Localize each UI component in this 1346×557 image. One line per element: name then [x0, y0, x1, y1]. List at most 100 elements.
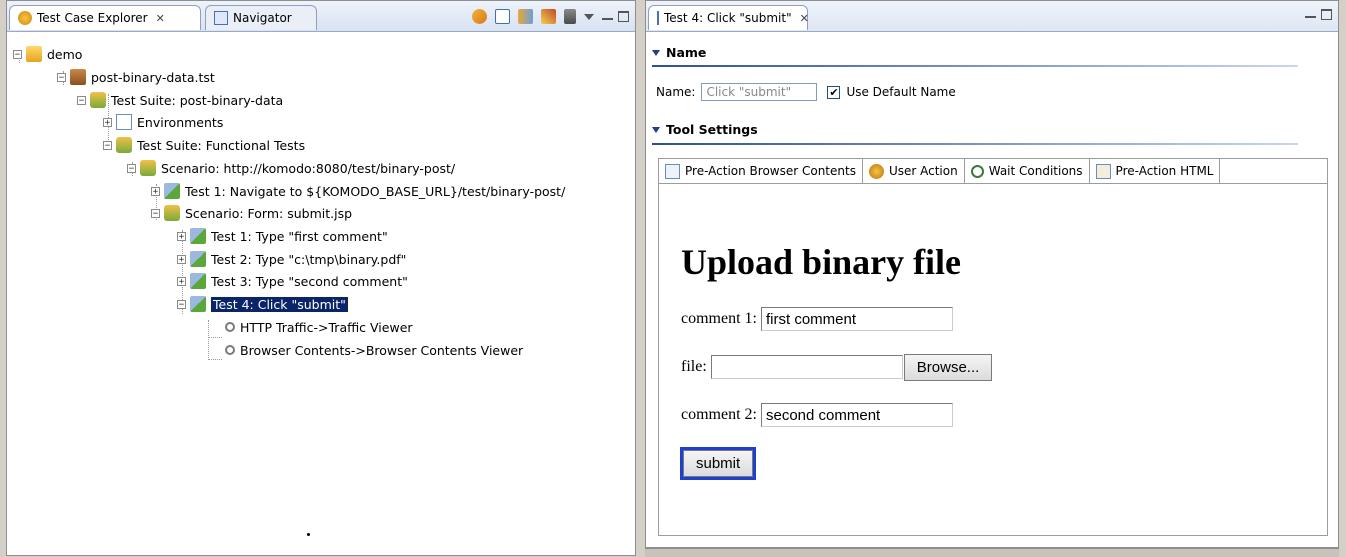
tab-test-case-explorer[interactable]: Test Case Explorer ✕	[9, 5, 201, 30]
test-case-explorer-view: Test Case Explorer ✕ Navigator − demo − …	[6, 0, 636, 556]
editor-icon	[657, 11, 659, 25]
tree-node[interactable]: Browser Contents->Browser Contents Viewe…	[223, 341, 523, 359]
comment1-label: comment 1:	[681, 310, 757, 327]
editor-tab-bar: Test 4: Click "submit" ✕	[646, 1, 1338, 32]
tab-label: Test Case Explorer	[37, 11, 148, 25]
user-action-icon	[868, 163, 884, 179]
scenario-icon	[164, 205, 180, 221]
expand-toggle[interactable]: +	[177, 254, 186, 264]
submit-button[interactable]: submit	[679, 446, 757, 480]
test-step-icon	[190, 296, 206, 312]
comment2-row: comment 2: second comment	[681, 401, 992, 429]
tree-node[interactable]: − Scenario: http://komodo:8080/test/bina…	[127, 159, 455, 177]
tree-node[interactable]: − Test Suite: Functional Tests	[103, 136, 305, 154]
folder-icon	[26, 46, 42, 62]
tree-node[interactable]: + Test 1: Type "first comment"	[177, 227, 388, 245]
browser-contents-preview: Upload binary file comment 1: first comm…	[679, 209, 993, 497]
tree-node[interactable]: + Test 2: Type "c:\tmp\binary.pdf"	[177, 250, 406, 268]
expand-toggle[interactable]: +	[151, 186, 160, 196]
section-title: Tool Settings	[666, 122, 758, 137]
close-icon[interactable]: ✕	[156, 12, 165, 25]
stray-dot	[307, 533, 310, 536]
browser-contents-icon	[665, 163, 680, 179]
filter-icon[interactable]	[564, 9, 576, 24]
tree-node[interactable]: + Environments	[103, 113, 223, 131]
page-heading: Upload binary file	[681, 242, 962, 282]
tree-node-label: Test 1: Type "first comment"	[211, 228, 388, 244]
tree-node-label: demo	[47, 46, 83, 62]
browser-viewer-icon	[225, 345, 235, 355]
tree-node[interactable]: − demo	[13, 45, 82, 63]
collapse-toggle[interactable]: −	[151, 208, 160, 218]
tree-node-selected[interactable]: − Test 4: Click "submit"	[177, 295, 349, 313]
tree-node-label: Scenario: Form: submit.jsp	[185, 205, 353, 221]
tab-pre-action-browser-contents[interactable]: Pre-Action Browser Contents	[659, 159, 863, 183]
section-divider	[652, 143, 1298, 145]
tree-node[interactable]: − Scenario: Form: submit.jsp	[151, 204, 352, 222]
maximize-icon[interactable]	[618, 11, 629, 22]
collapse-caret-icon[interactable]	[652, 126, 660, 133]
file-input[interactable]	[710, 355, 903, 379]
pin-icon[interactable]	[541, 9, 556, 24]
tree-node[interactable]: + Test 3: Type "second comment"	[177, 272, 408, 290]
section-title: Name	[666, 45, 707, 60]
name-input[interactable]	[701, 83, 818, 101]
expand-toggle[interactable]: +	[103, 117, 112, 127]
tab-label: Wait Conditions	[988, 164, 1083, 178]
scenario-icon	[140, 160, 156, 176]
tree-node[interactable]: HTTP Traffic->Traffic Viewer	[223, 318, 413, 336]
collapse-caret-icon[interactable]	[652, 49, 660, 56]
explorer-icon	[18, 11, 32, 25]
maximize-icon[interactable]	[1321, 9, 1332, 20]
navigator-icon	[214, 11, 228, 25]
tool-settings-tabs: Pre-Action Browser Contents User Action …	[658, 158, 1328, 536]
collapse-all-icon[interactable]	[495, 9, 510, 24]
tree-node-label: Browser Contents->Browser Contents Viewe…	[240, 342, 524, 358]
tree-node-label: Environments	[137, 114, 224, 130]
tree-node-label: HTTP Traffic->Traffic Viewer	[240, 319, 413, 335]
tab-test-4[interactable]: Test 4: Click "submit" ✕	[648, 5, 809, 30]
link-with-editor-icon[interactable]	[518, 9, 533, 24]
left-tab-bar: Test Case Explorer ✕ Navigator	[7, 1, 635, 32]
window-controls	[602, 11, 629, 22]
test-step-icon	[190, 251, 206, 267]
collapse-toggle[interactable]: −	[127, 163, 136, 173]
expand-toggle[interactable]: +	[177, 231, 186, 241]
comment2-input[interactable]: second comment	[760, 403, 953, 427]
use-default-name-checkbox[interactable]: ✔	[827, 85, 841, 99]
test-step-icon	[190, 228, 206, 244]
tree-node-label: Test 4: Click "submit"	[210, 295, 349, 313]
collapse-toggle[interactable]: −	[77, 95, 86, 105]
clock-icon	[970, 164, 984, 178]
close-icon[interactable]: ✕	[800, 12, 809, 25]
tab-pre-action-html[interactable]: Pre-Action HTML	[1090, 159, 1221, 183]
environments-icon	[116, 114, 132, 130]
tool-settings-section-header[interactable]: Tool Settings	[652, 122, 1328, 137]
tree-node[interactable]: − Test Suite: post-binary-data	[77, 91, 283, 109]
tab-wait-conditions[interactable]: Wait Conditions	[965, 159, 1090, 183]
name-section-header[interactable]: Name	[652, 45, 1328, 60]
comment1-input[interactable]: first comment	[760, 307, 953, 331]
collapse-toggle[interactable]: −	[57, 72, 66, 82]
tree-node-label: post-binary-data.tst	[91, 69, 215, 85]
comment1-row: comment 1: first comment	[681, 305, 992, 333]
test-file-icon	[70, 69, 86, 85]
collapse-toggle[interactable]: −	[177, 299, 186, 309]
test-editor: Test 4: Click "submit" ✕ Name Name: ✔ Us…	[645, 0, 1339, 548]
minimize-icon[interactable]	[602, 17, 613, 20]
collapse-toggle[interactable]: −	[103, 140, 112, 150]
minimize-icon[interactable]	[1305, 15, 1316, 18]
expand-toggle[interactable]: +	[177, 276, 186, 286]
submit-row: submit	[679, 446, 992, 480]
editor-tab-label: Test 4: Click "submit"	[664, 11, 792, 25]
sync-icon[interactable]	[472, 9, 487, 24]
html-icon	[1095, 163, 1111, 179]
tool-tab-strip: Pre-Action Browser Contents User Action …	[659, 159, 1327, 184]
collapse-toggle[interactable]: −	[13, 49, 22, 59]
tree-node[interactable]: − post-binary-data.tst	[57, 68, 215, 86]
tab-navigator[interactable]: Navigator	[205, 5, 317, 30]
tree-node[interactable]: + Test 1: Navigate to ${KOMODO_BASE_URL}…	[151, 182, 565, 200]
tab-user-action[interactable]: User Action	[863, 159, 965, 183]
view-menu-icon[interactable]	[584, 13, 594, 20]
browse-button[interactable]: Browse...	[903, 353, 993, 381]
